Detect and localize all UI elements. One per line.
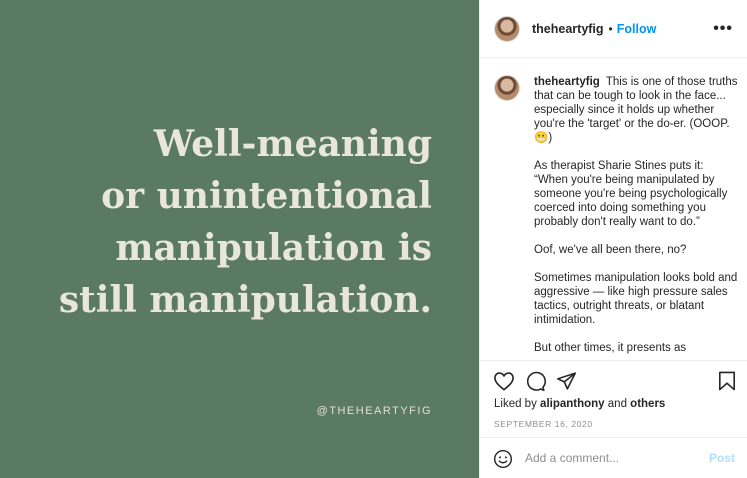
quote-line: Well-meaning — [153, 123, 432, 165]
quote-line: manipulation is — [115, 227, 432, 269]
share-icon[interactable] — [556, 371, 577, 396]
more-icon[interactable]: ••• — [713, 20, 733, 38]
post-sidebar: theheartyfig • Follow ••• theheartyfig T… — [479, 0, 747, 478]
caption-avatar[interactable] — [494, 75, 520, 101]
post-date[interactable]: SEPTEMBER 16, 2020 — [494, 419, 593, 429]
caption-paragraph: But other times, it presents as — [534, 342, 687, 354]
header-username[interactable]: theheartyfig — [532, 22, 604, 36]
action-bar: Liked by alipanthony and others SEPTEMBE… — [480, 360, 747, 436]
comment-bar: Post — [480, 437, 747, 478]
liked-by-user-link[interactable]: alipanthony — [540, 398, 605, 410]
avatar[interactable] — [494, 15, 520, 42]
image-handle-watermark: @THEHEARTYFIG — [316, 405, 432, 417]
caption-paragraph: Sometimes manipulation looks bold and ag… — [534, 272, 738, 326]
follow-button[interactable]: Follow — [617, 22, 657, 36]
quote-text: Well-meaning or unintentional manipulati… — [32, 118, 432, 326]
caption-paragraph: Oof, we've all been there, no? — [534, 244, 687, 256]
bookmark-icon[interactable] — [718, 371, 736, 396]
emoji-icon[interactable] — [493, 449, 513, 474]
heart-icon[interactable] — [493, 371, 515, 396]
caption-text: theheartyfig This is one of those truths… — [534, 75, 738, 360]
likes-and: and — [607, 398, 627, 410]
quote-line: still manipulation. — [58, 279, 432, 321]
comment-input[interactable] — [525, 449, 695, 467]
post-comment-button[interactable]: Post — [709, 451, 735, 465]
comment-icon[interactable] — [525, 371, 546, 397]
caption-paragraph: As therapist Sharie Stines puts it: “Whe… — [534, 160, 728, 228]
likes-prefix: Liked by — [494, 398, 537, 410]
post-header: theheartyfig • Follow ••• — [480, 0, 747, 58]
caption-section[interactable]: theheartyfig This is one of those truths… — [480, 59, 747, 360]
caption-username[interactable]: theheartyfig — [534, 76, 600, 88]
quote-line: or unintentional — [101, 175, 432, 217]
caption-paragraph: theheartyfig This is one of those truths… — [534, 75, 738, 145]
post-image[interactable]: Well-meaning or unintentional manipulati… — [0, 0, 479, 478]
separator-dot: • — [608, 21, 613, 36]
likes-summary: Liked by alipanthony and others — [494, 398, 665, 410]
likes-others-link[interactable]: others — [630, 398, 665, 410]
